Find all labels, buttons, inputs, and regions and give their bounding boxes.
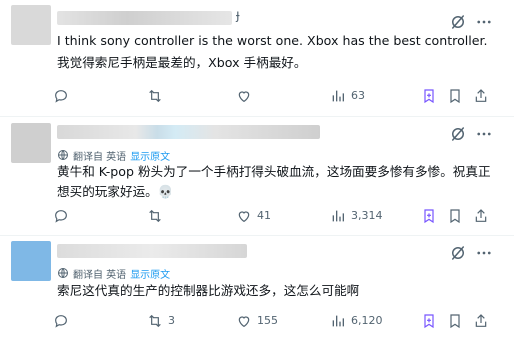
repost-button[interactable] [147, 206, 168, 226]
bookmark-button[interactable] [421, 86, 437, 106]
share-icon [475, 209, 487, 222]
views-icon [332, 210, 344, 222]
translation-notice: 翻译自 英语 显示原文 [57, 266, 170, 281]
reply-button[interactable] [53, 86, 74, 106]
like-count: 155 [257, 314, 278, 327]
handle-fragment: ɟ [236, 8, 240, 23]
more-icon[interactable] [474, 12, 494, 32]
more-menu-icon [450, 314, 460, 329]
avatar[interactable] [11, 5, 51, 45]
reply-icon [55, 90, 67, 103]
share-icon [475, 314, 487, 327]
share-icon [475, 89, 487, 102]
views-count: 3,314 [351, 209, 383, 222]
like-button[interactable]: 155 [236, 311, 278, 331]
grok-icon[interactable] [448, 12, 468, 32]
like-button[interactable]: 41 [236, 206, 271, 226]
translate-icon [57, 149, 69, 161]
like-icon [238, 91, 250, 103]
bookmark-icon [424, 209, 434, 224]
post-text: 黄牛和 K-pop 粉头为了一个手柄打得头破血流，这场面要多惨有多惨。祝真正想买… [57, 164, 491, 199]
repost-icon [149, 89, 161, 103]
reply-post[interactable]: ɟ I think sony controller is the worst o… [0, 0, 514, 117]
like-icon [238, 211, 250, 223]
reply-post[interactable]: 翻译自 英语 显示原文 黄牛和 K-pop 粉头为了一个手柄打得头破血流，这场面… [0, 117, 514, 236]
more-options-button[interactable] [447, 206, 463, 226]
views-count: 6,120 [351, 314, 383, 327]
action-bar: 41 3,314 [53, 206, 498, 226]
reply-icon [55, 315, 67, 328]
repost-button[interactable]: 3 [147, 311, 175, 331]
author-name-redacted[interactable] [57, 11, 232, 25]
post-text: 索尼这代真的生产的控制器比游戏还多，这怎么可能啊 [57, 283, 360, 298]
bookmark-button[interactable] [421, 311, 437, 331]
reply-button[interactable] [53, 206, 74, 226]
reply-button[interactable] [53, 311, 74, 331]
more-menu-icon [450, 209, 460, 224]
post-translation: 我觉得索尼手柄是最差的，Xbox 手柄最好。 [57, 55, 307, 70]
translate-icon [57, 267, 69, 279]
more-icon[interactable] [474, 124, 494, 144]
reply-icon [55, 210, 67, 223]
more-options-button[interactable] [447, 311, 463, 331]
bookmark-button[interactable] [421, 206, 437, 226]
avatar[interactable] [11, 241, 51, 281]
action-bar: 63 [53, 86, 498, 106]
repost-icon [149, 314, 161, 328]
share-button[interactable] [473, 206, 489, 226]
translated-from-label: 翻译自 英语 [73, 151, 127, 163]
avatar[interactable] [11, 123, 51, 163]
more-menu-icon [450, 89, 460, 104]
views-button[interactable]: 3,314 [330, 206, 383, 226]
views-button[interactable]: 63 [330, 86, 365, 106]
translated-from-label: 翻译自 英语 [73, 269, 127, 281]
translation-notice: 翻译自 英语 显示原文 [57, 148, 170, 163]
author-name-redacted[interactable] [57, 125, 320, 139]
repost-count: 3 [168, 314, 175, 327]
like-icon [238, 316, 250, 328]
grok-icon[interactable] [448, 243, 468, 263]
bookmark-icon [424, 89, 434, 104]
show-original-link[interactable]: 显示原文 [130, 148, 170, 163]
more-options-button[interactable] [447, 86, 463, 106]
views-count: 63 [351, 89, 365, 102]
more-icon[interactable] [474, 243, 494, 263]
bookmark-icon [424, 314, 434, 329]
views-icon [332, 90, 344, 102]
reply-post[interactable]: 翻译自 英语 显示原文 索尼这代真的生产的控制器比游戏还多，这怎么可能啊 3 1… [0, 236, 514, 344]
repost-icon [149, 209, 161, 223]
action-bar: 3 155 6,120 [53, 311, 498, 331]
share-button[interactable] [473, 86, 489, 106]
show-original-link[interactable]: 显示原文 [130, 266, 170, 281]
share-button[interactable] [473, 311, 489, 331]
post-text: I think sony controller is the worst one… [57, 33, 488, 48]
views-icon [332, 315, 344, 327]
like-button[interactable] [236, 86, 257, 106]
grok-icon[interactable] [448, 124, 468, 144]
author-name-redacted[interactable] [57, 244, 247, 258]
like-count: 41 [257, 209, 271, 222]
views-button[interactable]: 6,120 [330, 311, 383, 331]
repost-button[interactable] [147, 86, 168, 106]
